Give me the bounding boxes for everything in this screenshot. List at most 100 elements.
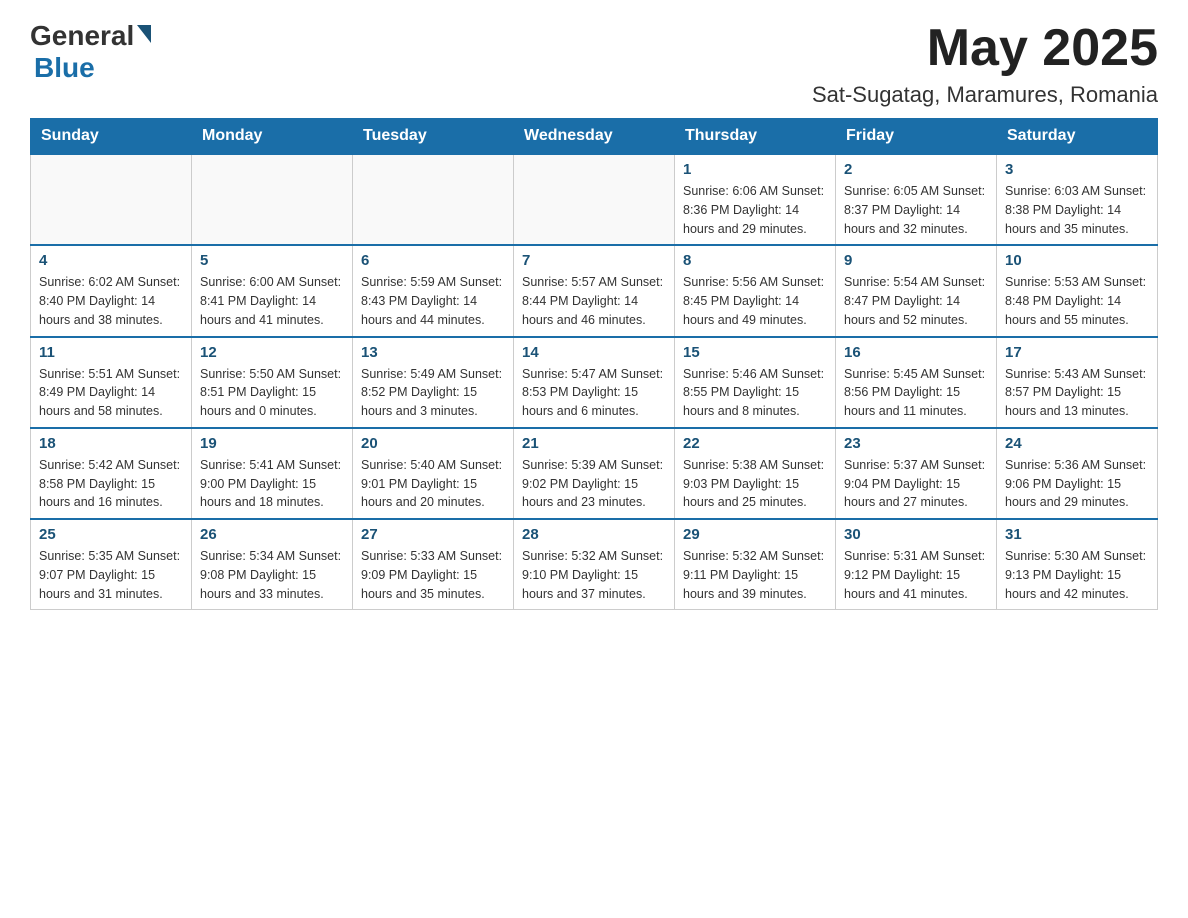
calendar-cell: [353, 154, 514, 245]
day-number: 16: [844, 344, 988, 361]
day-number: 8: [683, 252, 827, 269]
column-header-thursday: Thursday: [675, 119, 836, 155]
day-info: Sunrise: 5:56 AM Sunset: 8:45 PM Dayligh…: [683, 273, 827, 329]
column-header-tuesday: Tuesday: [353, 119, 514, 155]
calendar-cell: 24Sunrise: 5:36 AM Sunset: 9:06 PM Dayli…: [997, 428, 1158, 519]
day-info: Sunrise: 5:53 AM Sunset: 8:48 PM Dayligh…: [1005, 273, 1149, 329]
week-row-3: 11 Sunrise: 5:51 AM Sunset: 8:49 PM Dayli…: [31, 337, 1158, 428]
day-number: 7: [522, 252, 666, 269]
calendar-cell: 2Sunrise: 6:05 AM Sunset: 8:37 PM Daylig…: [836, 154, 997, 245]
calendar-cell: 19 Sunrise: 5:41 AM Sunset: 9:00 PM Dayli…: [192, 428, 353, 519]
day-info: Sunrise: 5:42 AM Sunset: 8:58 PM Dayligh…: [39, 456, 183, 512]
day-info: Sunrise: 6:05 AM Sunset: 8:37 PM Dayligh…: [844, 182, 988, 238]
day-info: Sunrise: 5:37 AM Sunset: 9:04 PM Dayligh…: [844, 456, 988, 512]
day-info: Sunrise: 5:50 AM Sunset: 8:51 PM Dayligh…: [200, 365, 344, 421]
day-info: Sunrise: 5:57 AM Sunset: 8:44 PM Dayligh…: [522, 273, 666, 329]
title-section: May 2025 Sat-Sugatag, Maramures, Romania: [812, 20, 1158, 108]
week-row-2: 4Sunrise: 6:02 AM Sunset: 8:40 PM Daylig…: [31, 245, 1158, 336]
day-number: 28: [522, 526, 666, 543]
day-info: Sunrise: 5:33 AM Sunset: 9:09 PM Dayligh…: [361, 547, 505, 603]
calendar-cell: 22Sunrise: 5:38 AM Sunset: 9:03 PM Dayli…: [675, 428, 836, 519]
day-number: 21: [522, 435, 666, 452]
day-info: Sunrise: 5:49 AM Sunset: 8:52 PM Dayligh…: [361, 365, 505, 421]
calendar-cell: 9 Sunrise: 5:54 AM Sunset: 8:47 PM Daylig…: [836, 245, 997, 336]
column-header-friday: Friday: [836, 119, 997, 155]
calendar-header-row: SundayMondayTuesdayWednesdayThursdayFrid…: [31, 119, 1158, 155]
logo: General Blue: [30, 20, 151, 84]
calendar-cell: 3Sunrise: 6:03 AM Sunset: 8:38 PM Daylig…: [997, 154, 1158, 245]
day-info: Sunrise: 5:36 AM Sunset: 9:06 PM Dayligh…: [1005, 456, 1149, 512]
column-header-wednesday: Wednesday: [514, 119, 675, 155]
day-info: Sunrise: 5:59 AM Sunset: 8:43 PM Dayligh…: [361, 273, 505, 329]
day-info: Sunrise: 5:45 AM Sunset: 8:56 PM Dayligh…: [844, 365, 988, 421]
calendar-cell: 8 Sunrise: 5:56 AM Sunset: 8:45 PM Daylig…: [675, 245, 836, 336]
day-info: Sunrise: 5:34 AM Sunset: 9:08 PM Dayligh…: [200, 547, 344, 603]
calendar-cell: 29 Sunrise: 5:32 AM Sunset: 9:11 PM Dayli…: [675, 519, 836, 610]
day-number: 25: [39, 526, 183, 543]
calendar-cell: 12 Sunrise: 5:50 AM Sunset: 8:51 PM Dayli…: [192, 337, 353, 428]
day-info: Sunrise: 5:32 AM Sunset: 9:11 PM Dayligh…: [683, 547, 827, 603]
day-number: 6: [361, 252, 505, 269]
calendar-cell: 31 Sunrise: 5:30 AM Sunset: 9:13 PM Dayli…: [997, 519, 1158, 610]
day-info: Sunrise: 5:35 AM Sunset: 9:07 PM Dayligh…: [39, 547, 183, 603]
calendar-cell: 1Sunrise: 6:06 AM Sunset: 8:36 PM Daylig…: [675, 154, 836, 245]
week-row-5: 25 Sunrise: 5:35 AM Sunset: 9:07 PM Dayli…: [31, 519, 1158, 610]
calendar-cell: 6 Sunrise: 5:59 AM Sunset: 8:43 PM Daylig…: [353, 245, 514, 336]
calendar-cell: 14 Sunrise: 5:47 AM Sunset: 8:53 PM Dayli…: [514, 337, 675, 428]
day-number: 9: [844, 252, 988, 269]
day-info: Sunrise: 5:38 AM Sunset: 9:03 PM Dayligh…: [683, 456, 827, 512]
logo-blue-text: Blue: [34, 52, 95, 83]
day-info: Sunrise: 5:54 AM Sunset: 8:47 PM Dayligh…: [844, 273, 988, 329]
day-info: Sunrise: 5:41 AM Sunset: 9:00 PM Dayligh…: [200, 456, 344, 512]
calendar-cell: 20 Sunrise: 5:40 AM Sunset: 9:01 PM Dayli…: [353, 428, 514, 519]
calendar-cell: 17 Sunrise: 5:43 AM Sunset: 8:57 PM Dayli…: [997, 337, 1158, 428]
day-number: 12: [200, 344, 344, 361]
calendar-cell: 13Sunrise: 5:49 AM Sunset: 8:52 PM Dayli…: [353, 337, 514, 428]
location-title: Sat-Sugatag, Maramures, Romania: [812, 82, 1158, 108]
column-header-sunday: Sunday: [31, 119, 192, 155]
day-number: 17: [1005, 344, 1149, 361]
calendar-cell: 21Sunrise: 5:39 AM Sunset: 9:02 PM Dayli…: [514, 428, 675, 519]
calendar-table: SundayMondayTuesdayWednesdayThursdayFrid…: [30, 118, 1158, 610]
calendar-cell: 16 Sunrise: 5:45 AM Sunset: 8:56 PM Dayli…: [836, 337, 997, 428]
day-info: Sunrise: 6:03 AM Sunset: 8:38 PM Dayligh…: [1005, 182, 1149, 238]
column-header-saturday: Saturday: [997, 119, 1158, 155]
day-number: 20: [361, 435, 505, 452]
month-title: May 2025: [812, 20, 1158, 77]
calendar-cell: 11 Sunrise: 5:51 AM Sunset: 8:49 PM Dayli…: [31, 337, 192, 428]
calendar-cell: [31, 154, 192, 245]
day-number: 23: [844, 435, 988, 452]
day-number: 15: [683, 344, 827, 361]
day-number: 14: [522, 344, 666, 361]
day-number: 19: [200, 435, 344, 452]
day-number: 27: [361, 526, 505, 543]
calendar-cell: 18 Sunrise: 5:42 AM Sunset: 8:58 PM Dayli…: [31, 428, 192, 519]
calendar-cell: 7 Sunrise: 5:57 AM Sunset: 8:44 PM Daylig…: [514, 245, 675, 336]
day-number: 30: [844, 526, 988, 543]
day-info: Sunrise: 6:02 AM Sunset: 8:40 PM Dayligh…: [39, 273, 183, 329]
day-info: Sunrise: 5:30 AM Sunset: 9:13 PM Dayligh…: [1005, 547, 1149, 603]
day-info: Sunrise: 5:40 AM Sunset: 9:01 PM Dayligh…: [361, 456, 505, 512]
calendar-cell: 28 Sunrise: 5:32 AM Sunset: 9:10 PM Dayli…: [514, 519, 675, 610]
day-info: Sunrise: 6:06 AM Sunset: 8:36 PM Dayligh…: [683, 182, 827, 238]
day-info: Sunrise: 5:31 AM Sunset: 9:12 PM Dayligh…: [844, 547, 988, 603]
day-info: Sunrise: 5:43 AM Sunset: 8:57 PM Dayligh…: [1005, 365, 1149, 421]
day-number: 5: [200, 252, 344, 269]
day-number: 18: [39, 435, 183, 452]
day-number: 11: [39, 344, 183, 361]
page-header: General Blue May 2025 Sat-Sugatag, Maram…: [30, 20, 1158, 108]
calendar-cell: 26 Sunrise: 5:34 AM Sunset: 9:08 PM Dayli…: [192, 519, 353, 610]
day-info: Sunrise: 5:32 AM Sunset: 9:10 PM Dayligh…: [522, 547, 666, 603]
day-number: 26: [200, 526, 344, 543]
calendar-cell: 25 Sunrise: 5:35 AM Sunset: 9:07 PM Dayli…: [31, 519, 192, 610]
calendar-cell: 4Sunrise: 6:02 AM Sunset: 8:40 PM Daylig…: [31, 245, 192, 336]
day-info: Sunrise: 5:51 AM Sunset: 8:49 PM Dayligh…: [39, 365, 183, 421]
day-number: 31: [1005, 526, 1149, 543]
logo-arrow-icon: [137, 25, 151, 43]
column-header-monday: Monday: [192, 119, 353, 155]
day-info: Sunrise: 5:47 AM Sunset: 8:53 PM Dayligh…: [522, 365, 666, 421]
day-number: 10: [1005, 252, 1149, 269]
day-number: 29: [683, 526, 827, 543]
calendar-cell: 27 Sunrise: 5:33 AM Sunset: 9:09 PM Dayli…: [353, 519, 514, 610]
calendar-cell: [192, 154, 353, 245]
